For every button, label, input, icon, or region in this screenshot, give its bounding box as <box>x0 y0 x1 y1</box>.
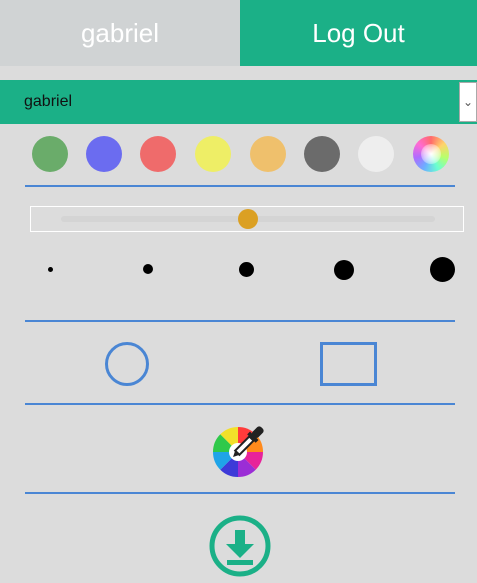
swatch-white[interactable] <box>358 136 394 172</box>
brush-dot-xl[interactable] <box>430 257 455 282</box>
circle-icon[interactable] <box>105 342 149 386</box>
brush-size-slider[interactable] <box>30 206 464 232</box>
divider <box>25 185 455 187</box>
chevron-down-icon[interactable]: ⌄ <box>459 82 477 122</box>
divider <box>25 403 455 405</box>
user-select-value: gabriel <box>24 93 73 110</box>
color-wheel-icon[interactable] <box>413 136 449 172</box>
swatch-green[interactable] <box>32 136 68 172</box>
brush-dot-m[interactable] <box>239 262 254 277</box>
user-select[interactable]: gabriel ⌄ <box>0 80 477 124</box>
swatch-red[interactable] <box>140 136 176 172</box>
brush-dot-s[interactable] <box>143 264 153 274</box>
brush-dot-xs[interactable] <box>48 267 53 272</box>
eyedropper-color-wheel-icon[interactable] <box>212 418 272 480</box>
logout-button[interactable]: Log Out <box>240 0 477 66</box>
swatch-blue[interactable] <box>86 136 122 172</box>
username-tab: gabriel <box>0 0 240 66</box>
top-bar: gabriel Log Out <box>0 0 477 66</box>
swatch-yellow[interactable] <box>195 136 231 172</box>
brush-dot-l[interactable] <box>334 260 354 280</box>
username-label: gabriel <box>80 17 160 48</box>
divider <box>25 492 455 494</box>
swatch-orange[interactable] <box>250 136 286 172</box>
logout-label: Log Out <box>312 17 405 48</box>
slider-thumb[interactable] <box>238 209 258 229</box>
download-icon[interactable] <box>208 514 272 578</box>
rectangle-icon[interactable] <box>320 342 377 386</box>
swatch-gray[interactable] <box>304 136 340 172</box>
divider <box>25 320 455 322</box>
